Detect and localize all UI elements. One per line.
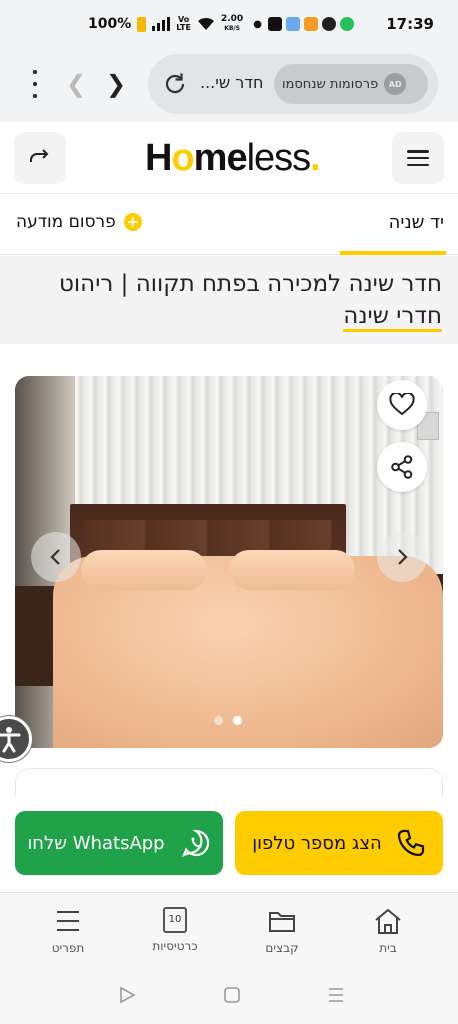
listing-header: חדר שינה למכירה בפתח תקווה | ריהוט חדרי … [0, 256, 458, 344]
chevron-left-icon [50, 549, 60, 565]
battery-percent: 100% [88, 16, 132, 32]
back-button[interactable]: ❮ [66, 70, 86, 98]
post-ad-label: פרסום מודעה [16, 212, 116, 232]
show-phone-label: הצג מספר טלפון [252, 832, 382, 854]
show-phone-button[interactable]: הצג מספר טלפון [235, 811, 443, 875]
share-button[interactable] [377, 442, 427, 492]
share-icon [391, 455, 413, 479]
browser-toolbar: ❮ ❯ חדר שי... AD פרסומות שנחסמו [0, 48, 458, 122]
whatsapp-button[interactable]: שלחו WhatsApp [15, 811, 223, 875]
ad-block-label: פרסומות שנחסמו [282, 76, 379, 92]
pagination-dot-active[interactable] [233, 716, 242, 725]
app-notification-icon [303, 17, 318, 31]
homeless-logo[interactable]: Homeless. [145, 137, 321, 180]
image-gallery[interactable] [15, 376, 443, 748]
page-title: חדר שינה למכירה בפתח תקווה | ריהוט חדרי … [16, 268, 442, 332]
app-notification-icon [285, 17, 300, 31]
plus-icon: + [123, 213, 142, 231]
menu-icon [57, 911, 79, 931]
tabs-count-icon: 10 [163, 907, 187, 933]
address-bar[interactable]: חדר שי... AD פרסומות שנחסמו [148, 54, 438, 114]
listing-title: חדר שינה למכירה בפתח תקווה | ריהוט [59, 271, 442, 297]
folder-icon [269, 912, 295, 932]
tab-second-hand[interactable]: יד שניה [340, 195, 446, 255]
favorite-button[interactable] [377, 380, 427, 430]
login-arrow-icon [30, 149, 49, 162]
status-bar: 100% Vo LTE 2.00 KB/S ● 17:39 [0, 0, 458, 48]
heart-icon [389, 393, 415, 416]
hamburger-menu-button[interactable] [392, 132, 444, 184]
system-home-icon[interactable] [223, 986, 241, 1004]
previous-image-button[interactable] [31, 532, 81, 582]
nav-files[interactable]: קבצים [242, 907, 322, 955]
url-text[interactable]: חדר שי... [200, 73, 263, 92]
network-speed: 2.00 KB/S [220, 14, 244, 33]
nav-home-label: בית [379, 941, 397, 955]
contact-action-bar: שלחו WhatsApp הצג מספר טלפון [0, 796, 458, 892]
ad-block-icon: AD [384, 73, 407, 95]
more-options-icon[interactable] [30, 70, 40, 98]
battery-icon [137, 16, 147, 32]
next-image-button[interactable] [377, 532, 427, 582]
category-link[interactable]: חדרי שינה [343, 303, 442, 332]
wifi-icon [197, 17, 214, 30]
login-button[interactable] [14, 132, 66, 184]
nav-tabs-label: כרטיסיות [152, 939, 198, 953]
nav-home[interactable]: בית [348, 907, 428, 955]
whatsapp-icon [181, 829, 209, 857]
home-icon [375, 908, 401, 934]
browser-bottom-nav: בית קבצים 10 כרטיסיות תפריט [0, 892, 458, 968]
forward-button[interactable]: ❯ [106, 70, 126, 98]
whatsapp-button-label: שלחו WhatsApp [27, 832, 165, 854]
signal-icon [152, 17, 171, 31]
post-ad-button[interactable]: פרסום מודעה + [16, 212, 142, 232]
chevron-right-icon [398, 549, 408, 565]
ad-block-chip[interactable]: AD פרסומות שנחסמו [274, 64, 428, 104]
volte-indicator: Vo LTE [176, 15, 191, 32]
nav-menu-label: תפריט [51, 941, 85, 955]
gallery-pagination [214, 716, 242, 725]
notification-icons [267, 17, 354, 31]
chat-icon [321, 17, 336, 31]
system-recents-icon[interactable] [327, 986, 345, 1004]
tiktok-icon [267, 17, 282, 31]
accessibility-icon [0, 727, 21, 753]
reload-icon[interactable] [162, 71, 188, 97]
clock: 17:39 [386, 15, 434, 33]
nav-files-label: קבצים [265, 941, 299, 955]
system-back-icon[interactable] [118, 986, 136, 1004]
hamburger-icon [407, 150, 429, 166]
category-tabs: יד שניה פרסום מודעה + [0, 195, 458, 255]
system-navigation-bar [0, 968, 458, 1024]
phone-icon [397, 829, 424, 857]
whatsapp-notification-icon [339, 17, 354, 31]
dot-indicator: ● [253, 18, 262, 30]
nav-tabs[interactable]: 10 כרטיסיות [135, 907, 215, 953]
site-header: Homeless. [0, 122, 458, 194]
nav-menu[interactable]: תפריט [28, 907, 108, 955]
pagination-dot[interactable] [214, 716, 223, 725]
